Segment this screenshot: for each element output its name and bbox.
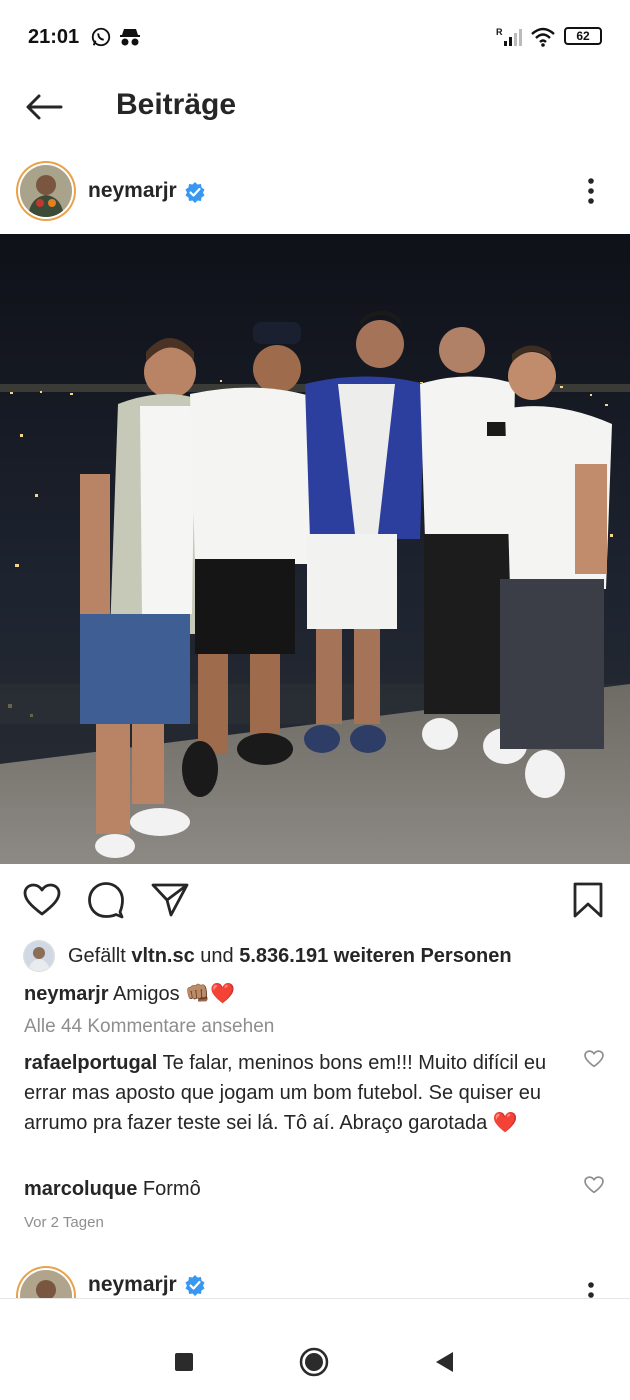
battery-level: 62	[576, 29, 590, 43]
liker-avatar	[24, 941, 54, 971]
share-send-icon	[151, 883, 189, 917]
recents-button[interactable]	[168, 1346, 200, 1378]
post-image[interactable]	[0, 234, 630, 864]
view-all-comments-link[interactable]: Alle 44 Kommentare ansehen	[24, 1016, 274, 1038]
page-title: Beiträge	[116, 88, 237, 121]
next-post-username[interactable]: neymarjr	[88, 1273, 177, 1297]
whatsapp-icon	[90, 26, 112, 53]
liker-username[interactable]: vltn.sc	[131, 945, 194, 968]
incognito-icon	[118, 26, 142, 53]
signal-icon: R	[496, 26, 522, 53]
save-button[interactable]	[568, 880, 608, 920]
next-post-options-button[interactable]	[576, 1280, 606, 1298]
caption-text: Amigos	[112, 983, 180, 1005]
back-nav-button[interactable]	[428, 1346, 460, 1378]
next-post-author-avatar[interactable]	[20, 1270, 72, 1298]
bookmark-icon	[573, 882, 603, 918]
verified-badge-icon	[184, 1274, 205, 1296]
likes-summary[interactable]: Gefällt vltn.sc und 5.836.191 weiteren P…	[24, 940, 614, 972]
heart-outline-icon	[584, 1176, 604, 1194]
comment-button[interactable]	[86, 880, 126, 920]
verified-badge-icon	[184, 181, 205, 203]
comment-like-button[interactable]	[584, 1050, 606, 1072]
home-circle-icon	[299, 1347, 329, 1377]
caption-username[interactable]: neymarjr	[24, 983, 109, 1005]
comment-like-button[interactable]	[584, 1176, 606, 1198]
comment-item: rafaelportugal Te falar, meninos bons em…	[24, 1048, 574, 1138]
comment-username[interactable]: rafaelportugal	[24, 1052, 157, 1074]
likes-connector: und	[200, 944, 234, 967]
recents-square-icon	[175, 1353, 193, 1371]
battery-icon: 62	[564, 27, 602, 45]
post-options-button[interactable]	[576, 176, 606, 206]
share-button[interactable]	[150, 880, 190, 920]
more-vertical-icon	[588, 178, 594, 204]
post-author-avatar[interactable]	[20, 165, 72, 217]
comment-bubble-icon	[88, 882, 124, 919]
likes-count[interactable]: 5.836.191 weiteren Personen	[239, 945, 511, 968]
next-post-header: neymarjr	[0, 1262, 630, 1298]
comment-item: marcoluque Formô	[24, 1174, 574, 1204]
caption-emojis: 👊🏽❤️	[185, 983, 236, 1005]
back-button[interactable]	[22, 87, 66, 127]
comment-emoji: ❤️	[492, 1112, 518, 1134]
post-author-username[interactable]: neymarjr	[88, 179, 177, 203]
top-header	[0, 72, 630, 142]
comment-username[interactable]: marcoluque	[24, 1178, 137, 1200]
comment-text: Formô	[142, 1178, 201, 1200]
wifi-icon	[530, 26, 556, 53]
arrow-left-icon	[26, 94, 63, 120]
content-divider	[0, 1298, 630, 1299]
likes-prefix: Gefällt	[68, 944, 126, 967]
status-time: 21:01	[28, 26, 80, 48]
post-caption: neymarjr Amigos 👊🏽❤️	[24, 980, 614, 1008]
home-button[interactable]	[298, 1346, 330, 1378]
post-date: Vor 2 Tagen	[24, 1214, 104, 1231]
more-vertical-icon	[588, 1282, 594, 1298]
back-triangle-icon	[436, 1352, 453, 1372]
like-heart-icon	[23, 883, 61, 916]
svg-text:R: R	[496, 27, 503, 37]
heart-outline-icon	[584, 1050, 604, 1068]
like-button[interactable]	[22, 880, 62, 920]
